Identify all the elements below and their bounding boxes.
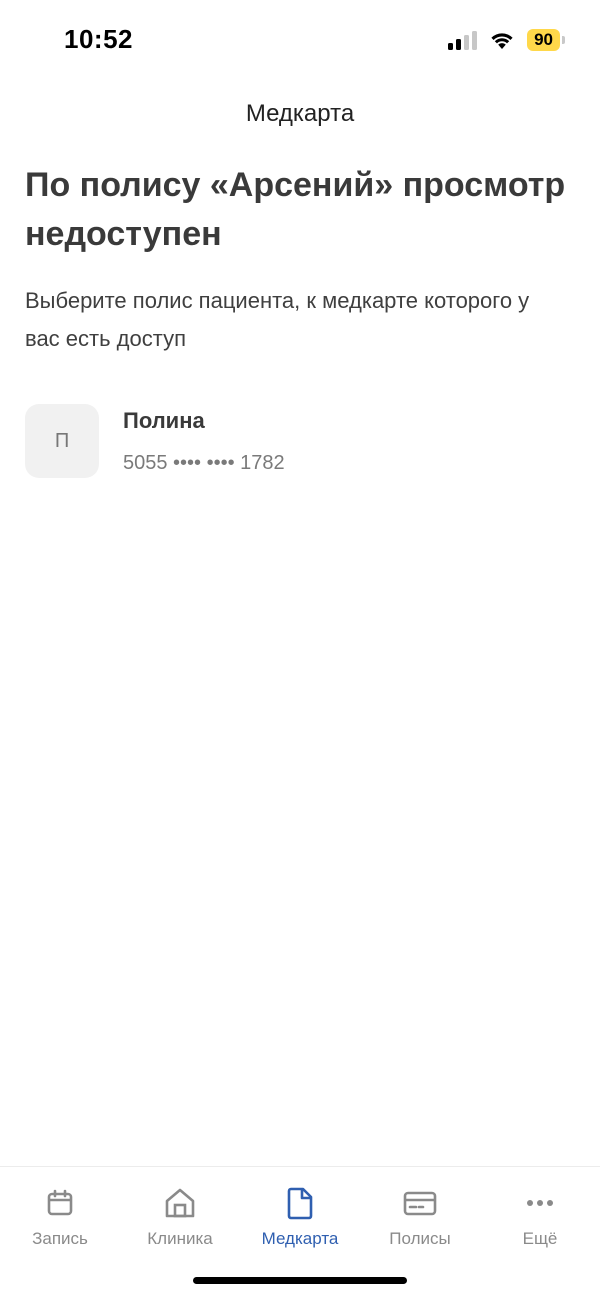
signal-icon: [448, 30, 478, 50]
status-icons: 90: [448, 28, 565, 52]
tab-label: Ещё: [522, 1229, 558, 1248]
policy-name: Полина: [123, 408, 205, 433]
tab-klinika[interactable]: Клиника: [120, 1167, 240, 1267]
tab-eshche[interactable]: Ещё: [480, 1167, 600, 1267]
home-icon: [165, 1188, 195, 1218]
tab-zapis[interactable]: Запись: [0, 1167, 120, 1267]
subtitle: Выберите полис пациента, к медкарте кото…: [25, 288, 530, 351]
status-time: 10:52: [64, 24, 133, 54]
tab-label: Запись: [32, 1229, 88, 1248]
avatar: П: [25, 404, 99, 478]
tab-polisy[interactable]: Полисы: [360, 1167, 480, 1267]
card-icon: [403, 1191, 437, 1216]
policy-item-polina[interactable]: П Полина 5055 •••• •••• 1782: [25, 404, 575, 480]
status-bar: 10:52 90: [0, 0, 600, 80]
page-title: Медкарта: [245, 100, 355, 127]
calendar-icon: [47, 1189, 73, 1216]
headline: По полису «Арсений» просмотр недоступен: [25, 166, 566, 253]
tab-label: Медкарта: [261, 1229, 339, 1248]
policy-number: 5055 •••• •••• 1782: [123, 452, 285, 474]
tab-medkarta[interactable]: Медкарта: [240, 1167, 360, 1267]
tab-label: Клиника: [147, 1229, 213, 1248]
battery-icon: 90: [527, 29, 565, 51]
wifi-icon: [491, 33, 513, 49]
document-icon: [287, 1187, 313, 1220]
tab-label: Полисы: [389, 1229, 451, 1248]
home-indicator[interactable]: [193, 1277, 407, 1284]
more-icon: [527, 1200, 553, 1206]
